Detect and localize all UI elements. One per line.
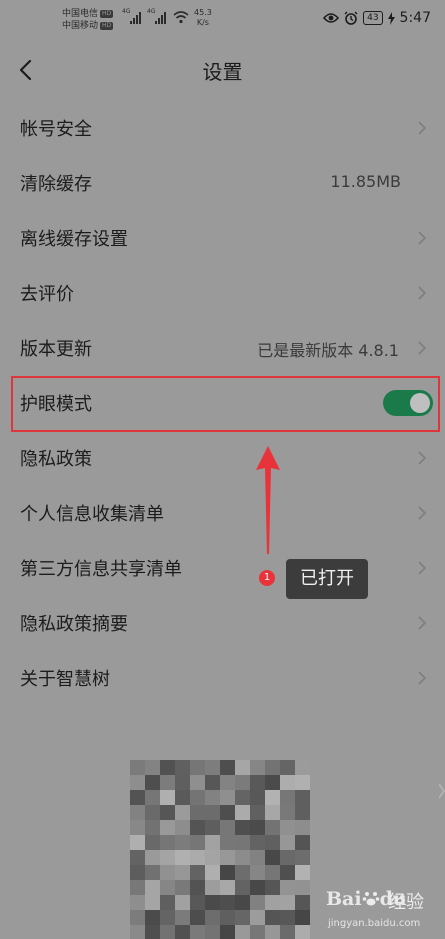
header: 设置 — [0, 50, 445, 90]
settings-item-third-party-sharing[interactable]: 第三方信息共享清单 — [0, 540, 445, 595]
page-title: 设置 — [202, 60, 243, 84]
baidu-jingyan-watermark: Bai du 经验 jingyan.baidu.com — [326, 882, 442, 936]
chevron-right-icon — [418, 286, 427, 300]
carrier-2: 中国移动 — [62, 21, 99, 31]
hd-badge: HD — [100, 21, 114, 30]
paw-icon — [362, 892, 379, 906]
signal-icon — [155, 12, 166, 24]
settings-item-label: 清除缓存 — [20, 174, 92, 195]
alarm-icon — [344, 11, 358, 25]
charging-icon — [387, 11, 395, 25]
speed-value: 45.3 — [194, 8, 212, 17]
battery-indicator: 43 — [363, 11, 383, 25]
version-status: 已是最新版本 4.8.1 — [257, 341, 399, 360]
cache-size: 11.85MB — [330, 172, 401, 191]
chevron-right-icon — [418, 231, 427, 245]
settings-item-label: 帐号安全 — [20, 119, 92, 140]
chevron-right-icon — [418, 451, 427, 465]
chevron-right-icon — [418, 671, 427, 685]
settings-item-about[interactable]: 关于智慧树 — [0, 650, 445, 705]
chevron-right-icon — [418, 506, 427, 520]
settings-item-label: 版本更新 — [20, 339, 92, 360]
chevron-right-icon — [439, 783, 445, 799]
clock: 5:47 — [399, 10, 431, 26]
eye-icon — [323, 13, 340, 23]
settings-item-label: 第三方信息共享清单 — [20, 559, 182, 580]
status-right: 43 5:47 — [323, 10, 431, 26]
annotation-callout: 已打开 — [286, 559, 368, 599]
chevron-right-icon — [418, 561, 427, 575]
settings-item-privacy-summary[interactable]: 隐私政策摘要 — [0, 595, 445, 650]
signal-icon — [130, 12, 141, 24]
speed-unit: K/s — [196, 18, 209, 27]
watermark-jingyan: 经验 — [388, 892, 424, 913]
settings-item-label: 离线缓存设置 — [20, 229, 128, 250]
hd-badge: HD — [100, 9, 114, 18]
watermark-brand-text: Bai — [326, 888, 362, 910]
settings-item-rate[interactable]: 去评价 — [0, 265, 445, 320]
annotation-arrow — [256, 446, 280, 554]
chevron-right-icon — [418, 616, 427, 630]
settings-item-privacy-policy[interactable]: 隐私政策 — [0, 430, 445, 485]
settings-item-label: 去评价 — [20, 284, 74, 305]
chevron-right-icon — [418, 121, 427, 135]
highlight-box — [11, 376, 440, 432]
status-bar: 中国电信 HD 中国移动 HD 4G 4G 45.3 K/s 43 5:47 — [0, 0, 445, 40]
settings-item-label: 隐私政策摘要 — [20, 614, 128, 635]
network-speed: 45.3 K/s — [194, 8, 212, 28]
chevron-right-icon — [418, 341, 427, 355]
qr-code — [130, 760, 310, 939]
annotation-step-badge: 1 — [259, 570, 275, 586]
settings-item-label: 个人信息收集清单 — [20, 504, 164, 525]
settings-item-label: 隐私政策 — [20, 449, 92, 470]
settings-item-clear-cache[interactable]: 清除缓存 11.85MB — [0, 155, 445, 210]
wifi-icon — [173, 11, 189, 24]
watermark-url: jingyan.baidu.com — [328, 918, 421, 929]
carrier-info: 中国电信 HD 中国移动 HD — [62, 8, 114, 32]
settings-item-account-security[interactable]: 帐号安全 — [0, 100, 445, 155]
settings-item-offline-cache[interactable]: 离线缓存设置 — [0, 210, 445, 265]
settings-item-version-update[interactable]: 版本更新 已是最新版本 4.8.1 — [0, 320, 445, 375]
settings-item-personal-info-list[interactable]: 个人信息收集清单 — [0, 485, 445, 540]
carrier-1: 中国电信 — [62, 9, 99, 19]
settings-item-label: 关于智慧树 — [20, 669, 110, 690]
